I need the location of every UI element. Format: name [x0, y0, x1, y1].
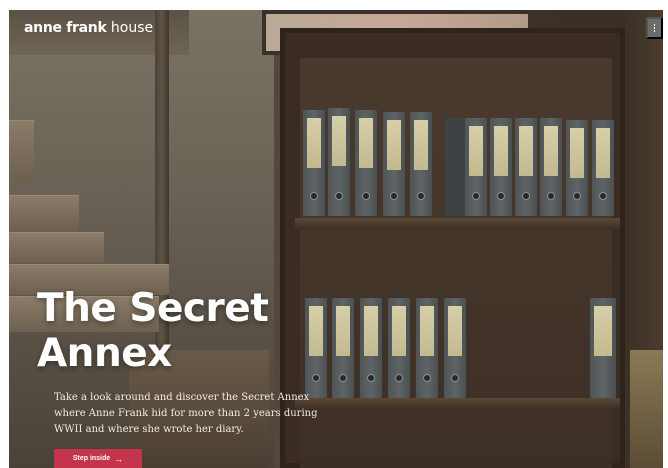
binder — [444, 298, 466, 398]
binder-label — [544, 126, 558, 176]
binder-hole-icon — [335, 192, 343, 200]
binder-label — [359, 118, 373, 168]
binder-hole-icon — [522, 192, 530, 200]
binder-label — [570, 128, 584, 178]
binder-label — [519, 126, 533, 176]
crate — [9, 195, 79, 231]
binder — [328, 108, 350, 216]
binder — [515, 118, 537, 216]
binder-hole-icon — [367, 374, 375, 382]
binder-label — [332, 116, 346, 166]
room-lamp — [630, 350, 663, 468]
binder-label — [494, 126, 508, 176]
binder-hole-icon — [417, 192, 425, 200]
binder-hole-icon — [451, 374, 459, 382]
binder-label — [336, 306, 350, 356]
binder — [360, 298, 382, 398]
hero-description: Take a look around and discover the Secr… — [54, 392, 318, 435]
binder-label — [414, 120, 428, 170]
cta-label: Step inside — [72, 455, 111, 462]
site-logo[interactable]: anne frank house — [24, 19, 153, 37]
frame-border — [0, 0, 9, 468]
title-line-1: The Secret — [37, 286, 269, 331]
binder-label — [469, 126, 483, 176]
binder-hole-icon — [390, 192, 398, 200]
crate — [9, 232, 104, 263]
arrow-right-icon: → — [114, 453, 124, 464]
binder-label — [596, 128, 610, 178]
binder — [388, 298, 410, 398]
binder-label — [307, 118, 321, 168]
binder — [592, 120, 614, 216]
binder — [416, 298, 438, 398]
binder — [590, 298, 616, 398]
binder-label — [420, 306, 434, 356]
binder — [566, 120, 588, 216]
menu-button[interactable] — [646, 17, 663, 39]
binder — [303, 110, 325, 216]
binder-label — [392, 306, 406, 356]
binder-hole-icon — [362, 192, 370, 200]
logo-light-text: house — [106, 20, 154, 36]
binder — [305, 298, 327, 398]
binder — [445, 118, 465, 216]
hamburger-icon — [654, 27, 655, 29]
step-inside-button[interactable]: Step inside → — [54, 449, 142, 468]
binder-hole-icon — [339, 374, 347, 382]
frame-border — [0, 0, 668, 10]
binder — [383, 112, 405, 216]
binder-hole-icon — [312, 374, 320, 382]
binder-label — [594, 306, 612, 356]
binder-hole-icon — [310, 192, 318, 200]
page: anne frank house The Secret Annex Take a… — [0, 0, 668, 468]
title-line-2: Annex — [37, 331, 172, 376]
binder-label — [387, 120, 401, 170]
shelf-plank — [295, 218, 620, 230]
binder-hole-icon — [573, 192, 581, 200]
binder-hole-icon — [497, 192, 505, 200]
binder — [410, 112, 432, 216]
binder — [490, 118, 512, 216]
binder-hole-icon — [472, 192, 480, 200]
binder-label — [364, 306, 378, 356]
frame-border — [663, 0, 668, 468]
binder-label — [309, 306, 323, 356]
binder — [355, 110, 377, 216]
binder-hole-icon — [423, 374, 431, 382]
binder-label — [448, 306, 462, 356]
binder — [540, 118, 562, 216]
binder — [332, 298, 354, 398]
shelf-plank — [295, 398, 620, 410]
binder-hole-icon — [599, 192, 607, 200]
crate — [9, 120, 34, 181]
binder — [465, 118, 487, 216]
page-title: The Secret Annex — [37, 286, 269, 376]
binder-hole-icon — [547, 192, 555, 200]
logo-bold-text: anne frank — [24, 20, 107, 36]
binder-hole-icon — [395, 374, 403, 382]
